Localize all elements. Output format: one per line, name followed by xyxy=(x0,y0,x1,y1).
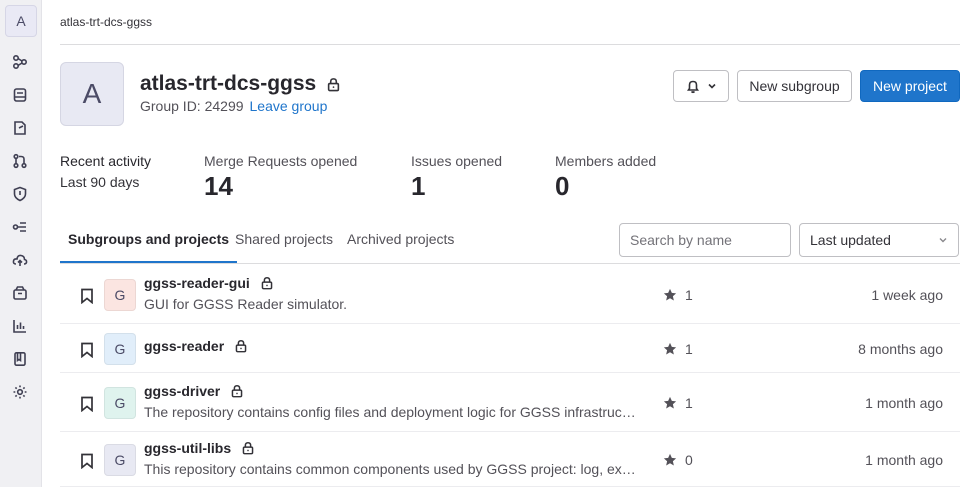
breadcrumb[interactable]: atlas-trt-dcs-ggss xyxy=(60,15,152,29)
project-stars[interactable]: 1 xyxy=(663,395,693,411)
project-avatar[interactable]: G xyxy=(104,386,136,419)
lock-icon xyxy=(234,339,248,353)
group-avatar-small[interactable]: A xyxy=(5,5,37,37)
project-name-line: ggss-reader xyxy=(144,338,248,354)
star-count: 1 xyxy=(685,286,693,303)
page-title: atlas-trt-dcs-ggss xyxy=(140,72,341,96)
stat-merge-requests: Merge Requests opened 14 xyxy=(204,153,357,202)
left-sidebar: A xyxy=(0,0,42,487)
new-project-button[interactable]: New project xyxy=(860,70,960,102)
tab-shared-projects[interactable]: Shared projects xyxy=(227,231,341,263)
star-icon xyxy=(663,342,677,356)
tab-subgroups-and-projects[interactable]: Subgroups and projects xyxy=(60,231,238,263)
project-avatar[interactable]: G xyxy=(104,443,136,476)
project-row[interactable]: Gggss-util-libs This repository contains … xyxy=(60,432,960,487)
star-count: 1 xyxy=(685,340,693,357)
recent-activity-period: Last 90 days xyxy=(60,174,140,190)
repository-icon[interactable] xyxy=(11,86,29,104)
bookmark-icon[interactable] xyxy=(80,288,94,304)
star-count: 1 xyxy=(685,394,693,411)
lock-icon xyxy=(260,276,274,290)
project-name-line: ggss-util-libs xyxy=(144,440,255,456)
analytics-icon[interactable] xyxy=(11,317,29,335)
project-name-link[interactable]: ggss-util-libs xyxy=(144,440,231,456)
project-name-line: ggss-driver xyxy=(144,383,244,399)
stat-value: 1 xyxy=(411,171,426,201)
sort-selected-label: Last updated xyxy=(810,232,891,248)
lock-icon xyxy=(230,384,244,398)
settings-icon[interactable] xyxy=(11,383,29,401)
ci-cd-icon[interactable] xyxy=(11,218,29,236)
chevron-down-icon xyxy=(939,238,947,243)
stat-issues: Issues opened 1 xyxy=(411,153,502,202)
stat-label: Issues opened xyxy=(411,153,503,169)
stat-label: Members added xyxy=(555,153,657,169)
project-description: GUI for GGSS Reader simulator. xyxy=(144,295,348,312)
deploy-icon[interactable] xyxy=(11,251,29,269)
bell-icon xyxy=(687,80,699,94)
bookmark-icon[interactable] xyxy=(80,396,94,412)
star-count: 0 xyxy=(685,451,693,468)
stat-value: 14 xyxy=(204,171,233,201)
project-stars[interactable]: 1 xyxy=(663,287,693,303)
lock-icon xyxy=(241,441,255,455)
new-subgroup-button[interactable]: New subgroup xyxy=(737,70,852,102)
project-name-line: ggss-reader-gui xyxy=(144,275,274,291)
sort-dropdown[interactable]: Last updated xyxy=(799,223,959,257)
project-updated: 1 month ago xyxy=(865,394,943,411)
project-avatar[interactable]: G xyxy=(104,278,136,311)
recent-activity: Recent activity Last 90 days xyxy=(60,153,151,190)
stat-label: Merge Requests opened xyxy=(204,153,358,169)
search-input[interactable] xyxy=(619,223,791,257)
group-id: Group ID: 24299 xyxy=(140,98,244,114)
code-icon[interactable] xyxy=(11,119,29,137)
project-name-link[interactable]: ggss-reader-gui xyxy=(144,275,250,291)
project-updated: 1 month ago xyxy=(865,451,943,468)
star-icon xyxy=(663,288,677,302)
star-icon xyxy=(663,396,677,410)
group-avatar: A xyxy=(60,62,124,126)
recent-activity-label: Recent activity xyxy=(60,153,152,169)
tab-archived-projects[interactable]: Archived projects xyxy=(339,231,462,263)
merge-requests-icon[interactable] xyxy=(11,152,29,170)
project-description: The repository contains config files and… xyxy=(144,403,640,420)
project-avatar[interactable]: G xyxy=(104,332,136,365)
stat-members: Members added 0 xyxy=(555,153,656,202)
project-stars[interactable]: 0 xyxy=(663,452,693,468)
project-description: This repository contains common componen… xyxy=(144,460,640,477)
bookmark-icon[interactable] xyxy=(80,453,94,469)
project-updated: 1 week ago xyxy=(871,286,943,303)
wiki-icon[interactable] xyxy=(11,350,29,368)
project-name-link[interactable]: ggss-driver xyxy=(144,383,220,399)
lock-icon xyxy=(326,77,341,92)
leave-group-link[interactable]: Leave group xyxy=(250,98,328,114)
notification-dropdown-button[interactable] xyxy=(673,70,729,102)
stat-value: 0 xyxy=(555,171,570,201)
project-updated: 8 months ago xyxy=(858,340,943,357)
packages-icon[interactable] xyxy=(11,284,29,302)
project-stars[interactable]: 1 xyxy=(663,341,693,357)
group-id-line: Group ID: 24299 Leave group xyxy=(140,98,327,114)
project-row[interactable]: Gggss-driver The repository contains conf… xyxy=(60,373,960,432)
project-row[interactable]: Gggss-reader 1 8 months ago xyxy=(60,324,960,373)
star-icon xyxy=(663,453,677,467)
project-name-link[interactable]: ggss-reader xyxy=(144,338,224,354)
chevron-down-icon xyxy=(708,83,716,89)
breadcrumb-divider xyxy=(60,44,960,45)
overview-icon[interactable] xyxy=(11,53,29,71)
security-icon[interactable] xyxy=(11,185,29,203)
project-row[interactable]: Gggss-reader-gui GUI for GGSS Reader simu… xyxy=(60,265,960,324)
bookmark-icon[interactable] xyxy=(80,342,94,358)
group-name: atlas-trt-dcs-ggss xyxy=(140,72,317,95)
